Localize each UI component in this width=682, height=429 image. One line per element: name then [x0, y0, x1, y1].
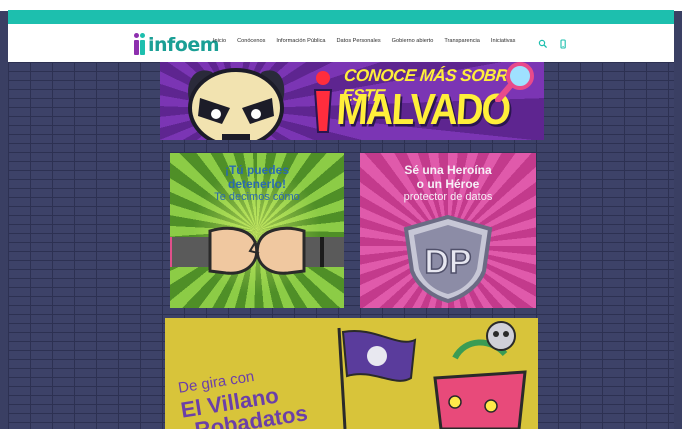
top-accent-bar [8, 10, 674, 24]
nav-item-inicio[interactable]: Inicio [213, 38, 226, 44]
nav-item-datos-personales[interactable]: Datos Personales [337, 38, 381, 44]
search-icon[interactable] [538, 36, 548, 49]
exclamation-icon [313, 71, 333, 133]
header-icons [538, 36, 568, 49]
nav-item-iniciativas[interactable]: Iniciativas [491, 38, 516, 44]
stop-villain-card[interactable]: ¡Tú puedes detenerlo! Te decimos cómo [170, 153, 344, 308]
villain-tour-illustration [337, 321, 527, 429]
card-green-line2: detenerlo! [227, 177, 286, 191]
site-logo[interactable]: infoem [134, 29, 220, 56]
card-pink-line2: o un Héroe [416, 177, 480, 191]
logo-text: infoem [148, 34, 220, 56]
site-header: infoem Inicio Conócenos Información Públ… [8, 24, 674, 62]
villain-banner[interactable]: CONOCE MÁS SOBRE ESTE MALVADO VILLANO [160, 62, 544, 140]
nav-item-gobierno-abierto[interactable]: Gobierno abierto [392, 38, 434, 44]
shield-icon: DP [403, 214, 493, 303]
villain-tour-card[interactable]: De gira con El Villano Robadatos [165, 318, 538, 429]
fist-bump-icon [170, 226, 344, 275]
logo-mark-icon [134, 33, 148, 55]
shield-emblem-text: DP [424, 243, 471, 281]
nav-item-conocenos[interactable]: Conócenos [237, 38, 265, 44]
nav-item-informacion-publica[interactable]: Información Pública [276, 38, 325, 44]
nav-item-transparencia[interactable]: Transparencia [444, 38, 480, 44]
card-green-line3: Te decimos cómo [214, 191, 300, 203]
mobile-icon[interactable] [558, 36, 568, 49]
card-green-line1: ¡Tú puedes [224, 163, 289, 177]
card-pink-line1: Sé una Heroína [404, 163, 492, 177]
hero-card[interactable]: Sé una Heroína o un Héroe protector de d… [360, 153, 536, 308]
villain-skull-icon [188, 68, 285, 140]
card-pink-line3: protector de datos [403, 191, 493, 203]
magnifier-icon [495, 62, 534, 102]
main-menu: Inicio Conócenos Información Pública Dat… [213, 38, 515, 44]
